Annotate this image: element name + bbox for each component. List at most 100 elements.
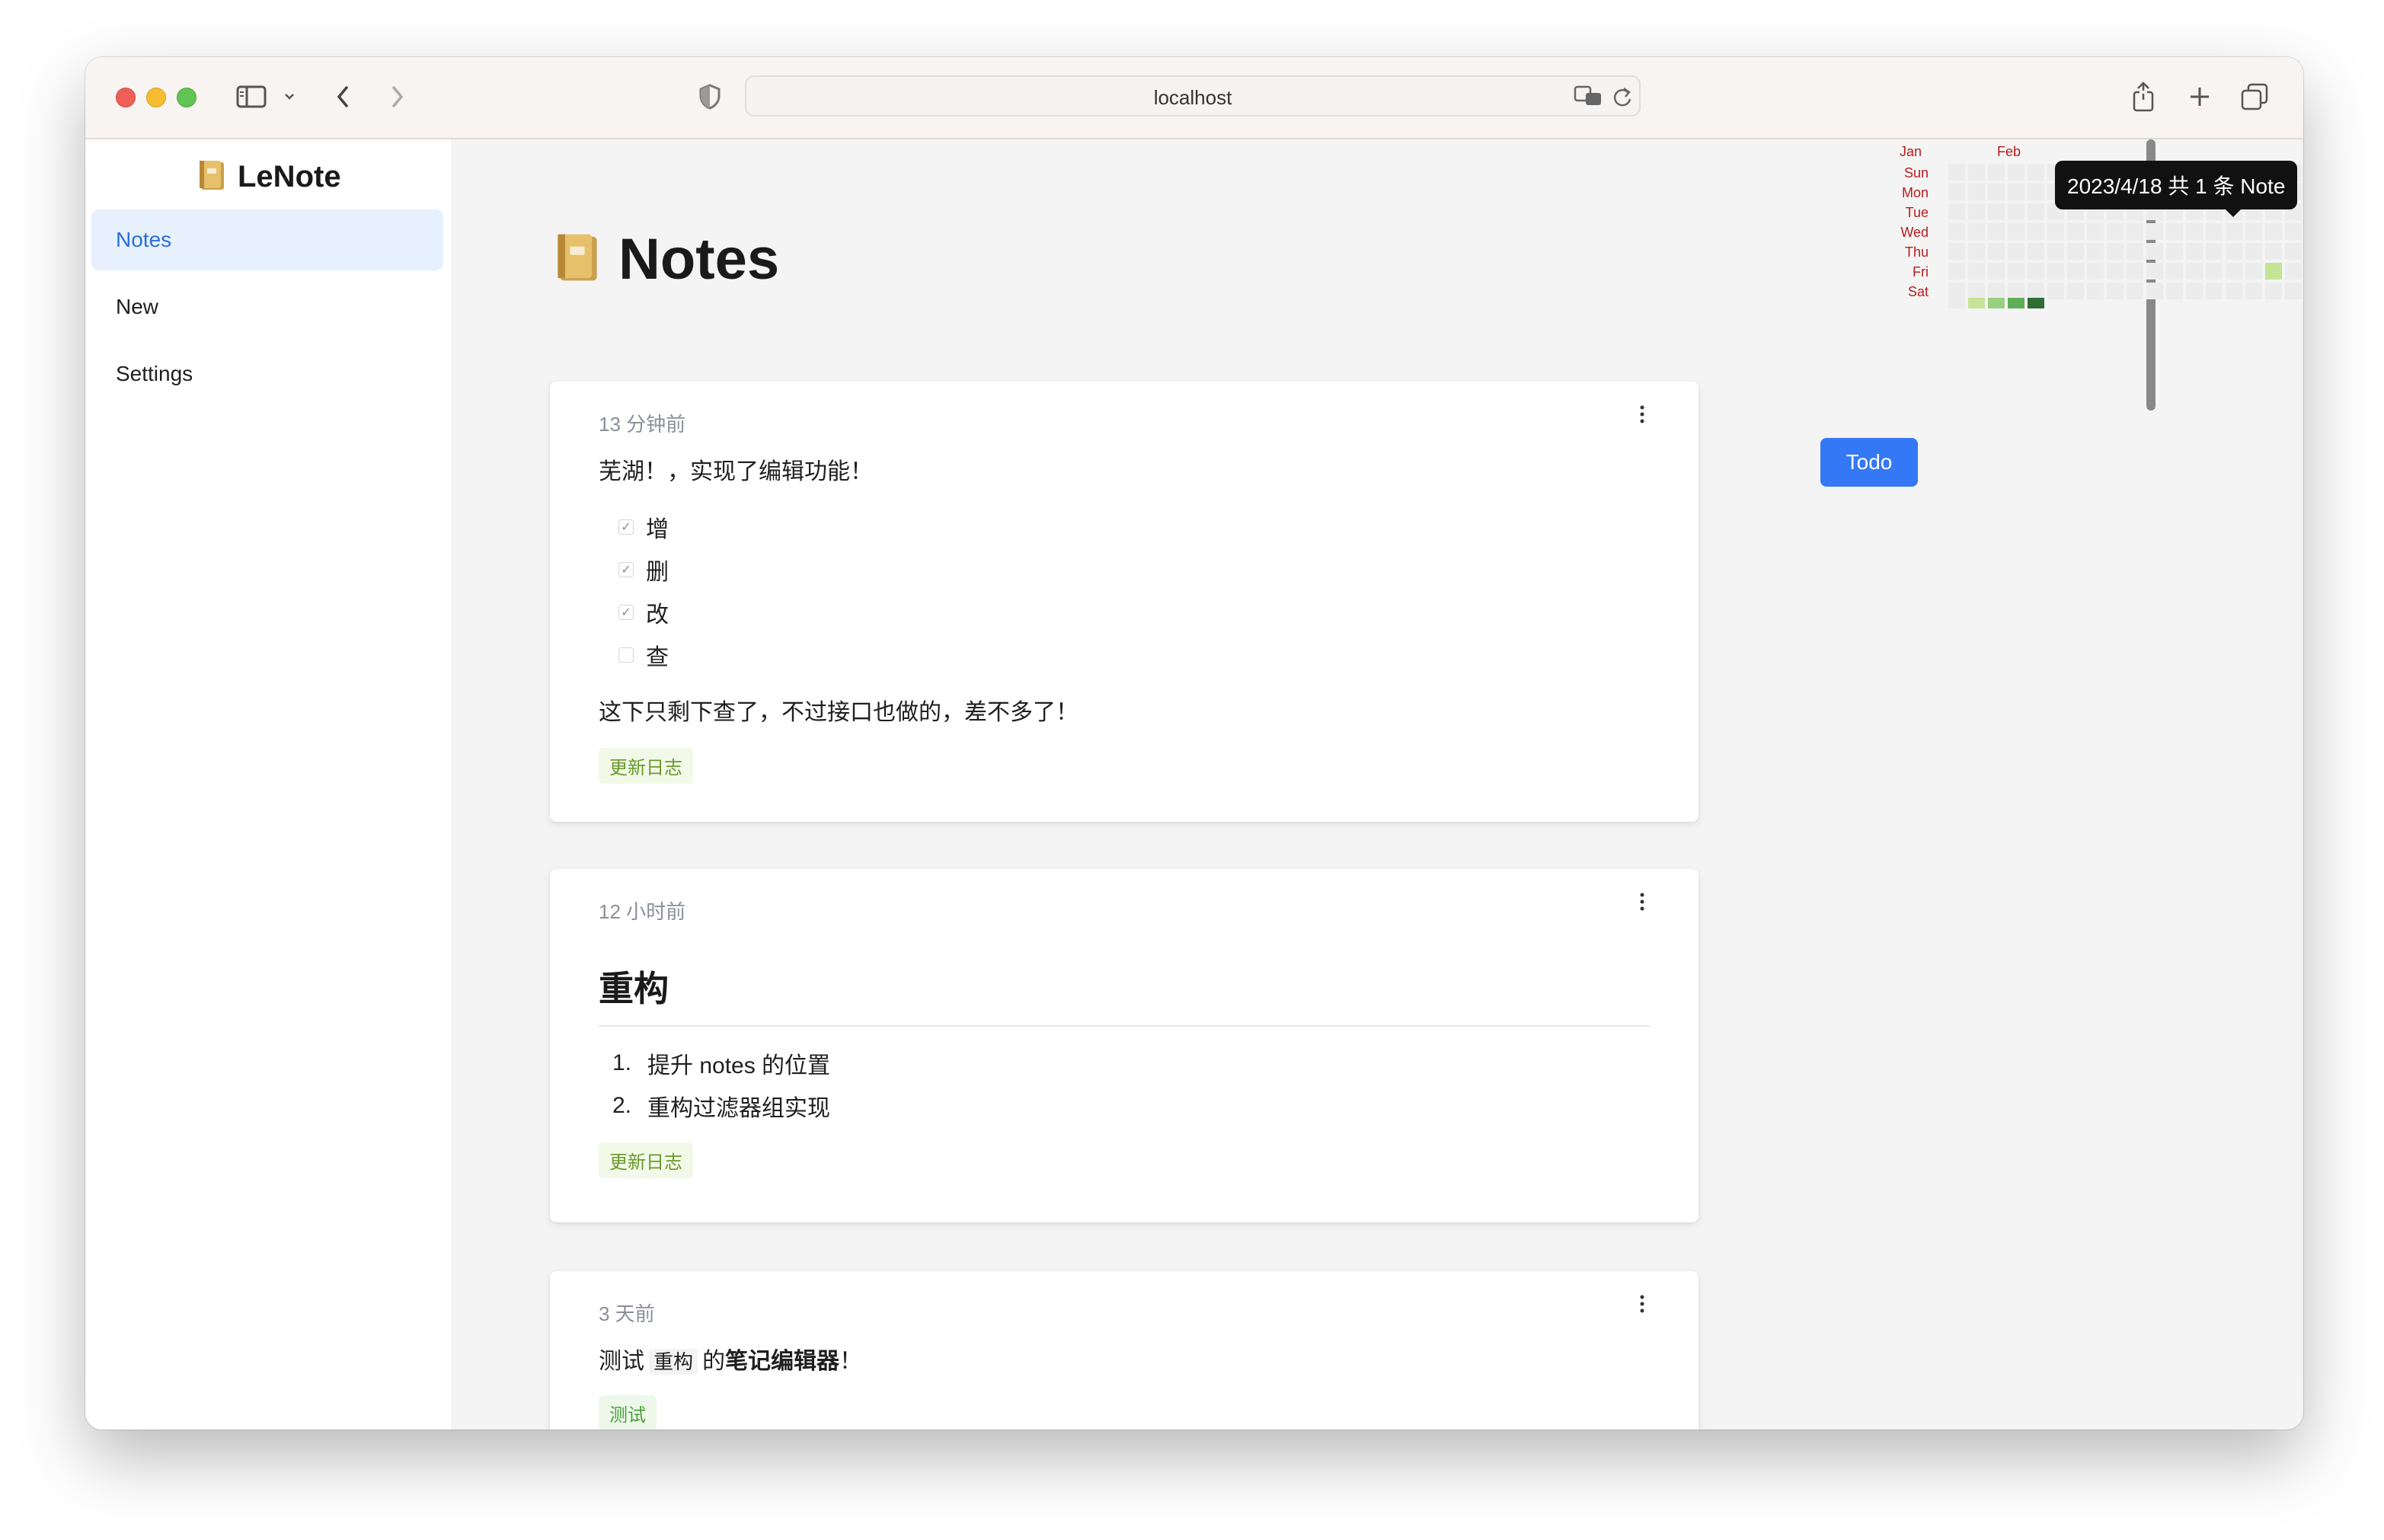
heatmap-cell[interactable] [2285,223,2302,240]
heatmap-cell[interactable] [2285,243,2302,260]
heatmap-cell[interactable] [2008,283,2024,299]
heatmap-cell[interactable] [2226,223,2242,240]
address-bar[interactable]: localhost [745,75,1641,117]
heatmap-cell[interactable] [2206,283,2223,299]
heatmap-cell[interactable] [1988,263,2005,280]
heatmap-cell[interactable] [2226,263,2242,280]
checkbox[interactable]: ✓ [618,519,634,535]
chevron-down-icon[interactable] [279,75,300,118]
more-options-icon[interactable] [1639,1294,1645,1318]
heatmap-cell[interactable] [2186,263,2203,280]
heatmap-cell[interactable] [2067,243,2084,260]
heatmap-cell[interactable] [1968,164,1985,181]
heatmap-cell[interactable] [2067,223,2084,240]
heatmap-cell[interactable] [1988,283,2005,299]
note-tag[interactable]: 更新日志 [599,748,693,784]
heatmap-cell[interactable] [2107,283,2124,299]
heatmap-cell[interactable] [2245,283,2262,299]
heatmap-cell[interactable] [2107,263,2124,280]
heatmap-cell[interactable] [1988,223,2005,240]
note-tag[interactable]: 测试 [599,1395,657,1430]
heatmap-cell[interactable] [1988,184,2005,200]
heatmap-cell[interactable] [2087,243,2104,260]
heatmap-cell[interactable] [1988,243,2005,260]
shield-icon[interactable] [695,75,725,118]
heatmap-cell[interactable] [2028,283,2044,299]
heatmap-cell[interactable] [2265,223,2282,240]
heatmap-cell[interactable] [1968,203,1985,220]
sidebar-item-settings[interactable]: Settings [91,343,443,404]
heatmap-cell[interactable] [2008,203,2024,220]
heatmap-cell[interactable] [1968,243,1985,260]
brand[interactable]: LeNote [197,159,341,195]
heatmap-cell[interactable] [2265,283,2282,299]
heatmap-cell[interactable] [2206,243,2223,260]
heatmap-cell[interactable] [1948,283,1965,299]
more-options-icon[interactable] [1639,404,1645,428]
heatmap-cell[interactable] [2166,263,2183,280]
heatmap-cell[interactable] [2186,223,2203,240]
heatmap-cell[interactable] [2008,184,2024,200]
heatmap-cell[interactable] [2067,283,2084,299]
heatmap-cell[interactable] [2067,263,2084,280]
heatmap-cell[interactable] [2008,263,2024,280]
heatmap-cell[interactable] [1948,203,1965,220]
back-arrow-icon[interactable] [328,75,358,118]
heatmap-cell[interactable] [2285,263,2302,280]
heatmap-cell[interactable] [2166,243,2183,260]
note-tag[interactable]: 更新日志 [599,1142,693,1178]
heatmap-cell[interactable] [2028,184,2044,200]
heatmap-cell[interactable] [1948,243,1965,260]
checkbox[interactable]: ✓ [618,605,634,620]
heatmap-cell[interactable] [2265,243,2282,260]
more-options-icon[interactable] [1639,892,1645,915]
heatmap-cell[interactable] [2285,283,2302,299]
heatmap-cell[interactable] [2047,243,2064,260]
maximize-window-button[interactable] [177,88,197,107]
minimize-window-button[interactable] [146,88,166,107]
heatmap-cell[interactable] [2028,263,2044,280]
heatmap-cell[interactable] [2245,243,2262,260]
heatmap-cell[interactable] [2087,283,2104,299]
note-card[interactable]: 13 分钟前 芜湖！，实现了编辑功能！ ✓ 增 ✓ 删 ✓ 改 查 这下只剩下查… [550,382,1699,822]
heatmap-cell[interactable] [2146,223,2163,240]
heatmap-cell[interactable] [2008,164,2024,181]
sidebar-item-notes[interactable]: Notes [91,209,443,270]
heatmap-cell[interactable] [2186,243,2203,260]
heatmap-cell[interactable] [1988,164,2005,181]
heatmap-cell[interactable] [2028,223,2044,240]
heatmap-cell[interactable] [1968,263,1985,280]
heatmap-cell[interactable] [2245,263,2262,280]
heatmap-cell[interactable] [2166,283,2183,299]
checkbox[interactable]: ✓ [618,562,634,577]
heatmap-cell[interactable] [2008,243,2024,260]
heatmap-cell[interactable] [2047,283,2064,299]
heatmap-cell[interactable] [2146,243,2163,260]
heatmap-cell[interactable] [1968,184,1985,200]
heatmap-cell[interactable] [1948,184,1965,200]
heatmap-cell[interactable] [2226,283,2242,299]
heatmap-cell[interactable] [2206,223,2223,240]
note-card[interactable]: 3 天前 测试 重构 的笔记编辑器！ 测试 [550,1271,1699,1430]
heatmap-cell[interactable] [1948,263,1965,280]
close-window-button[interactable] [116,88,136,107]
heatmap-cell[interactable] [2047,263,2064,280]
forward-arrow-icon[interactable] [382,75,413,118]
heatmap-cell[interactable] [2028,243,2044,260]
heatmap-cell[interactable] [2186,283,2203,299]
heatmap-cell[interactable] [2146,283,2163,299]
heatmap-cell[interactable] [1948,223,1965,240]
reload-icon[interactable] [1612,84,1633,112]
heatmap-cell[interactable] [2087,263,2104,280]
checkbox[interactable] [618,647,634,663]
todo-button[interactable]: Todo [1820,438,1918,487]
heatmap-cell[interactable] [2127,243,2143,260]
heatmap-cell[interactable] [2087,223,2104,240]
heatmap-cell[interactable] [2047,223,2064,240]
heatmap-cell[interactable] [2265,263,2282,280]
heatmap-cell[interactable] [2127,283,2143,299]
heatmap-cell[interactable] [2127,263,2143,280]
heatmap-cell[interactable] [1968,223,1985,240]
heatmap-cell[interactable] [2107,223,2124,240]
heatmap-cell[interactable] [1948,164,1965,181]
